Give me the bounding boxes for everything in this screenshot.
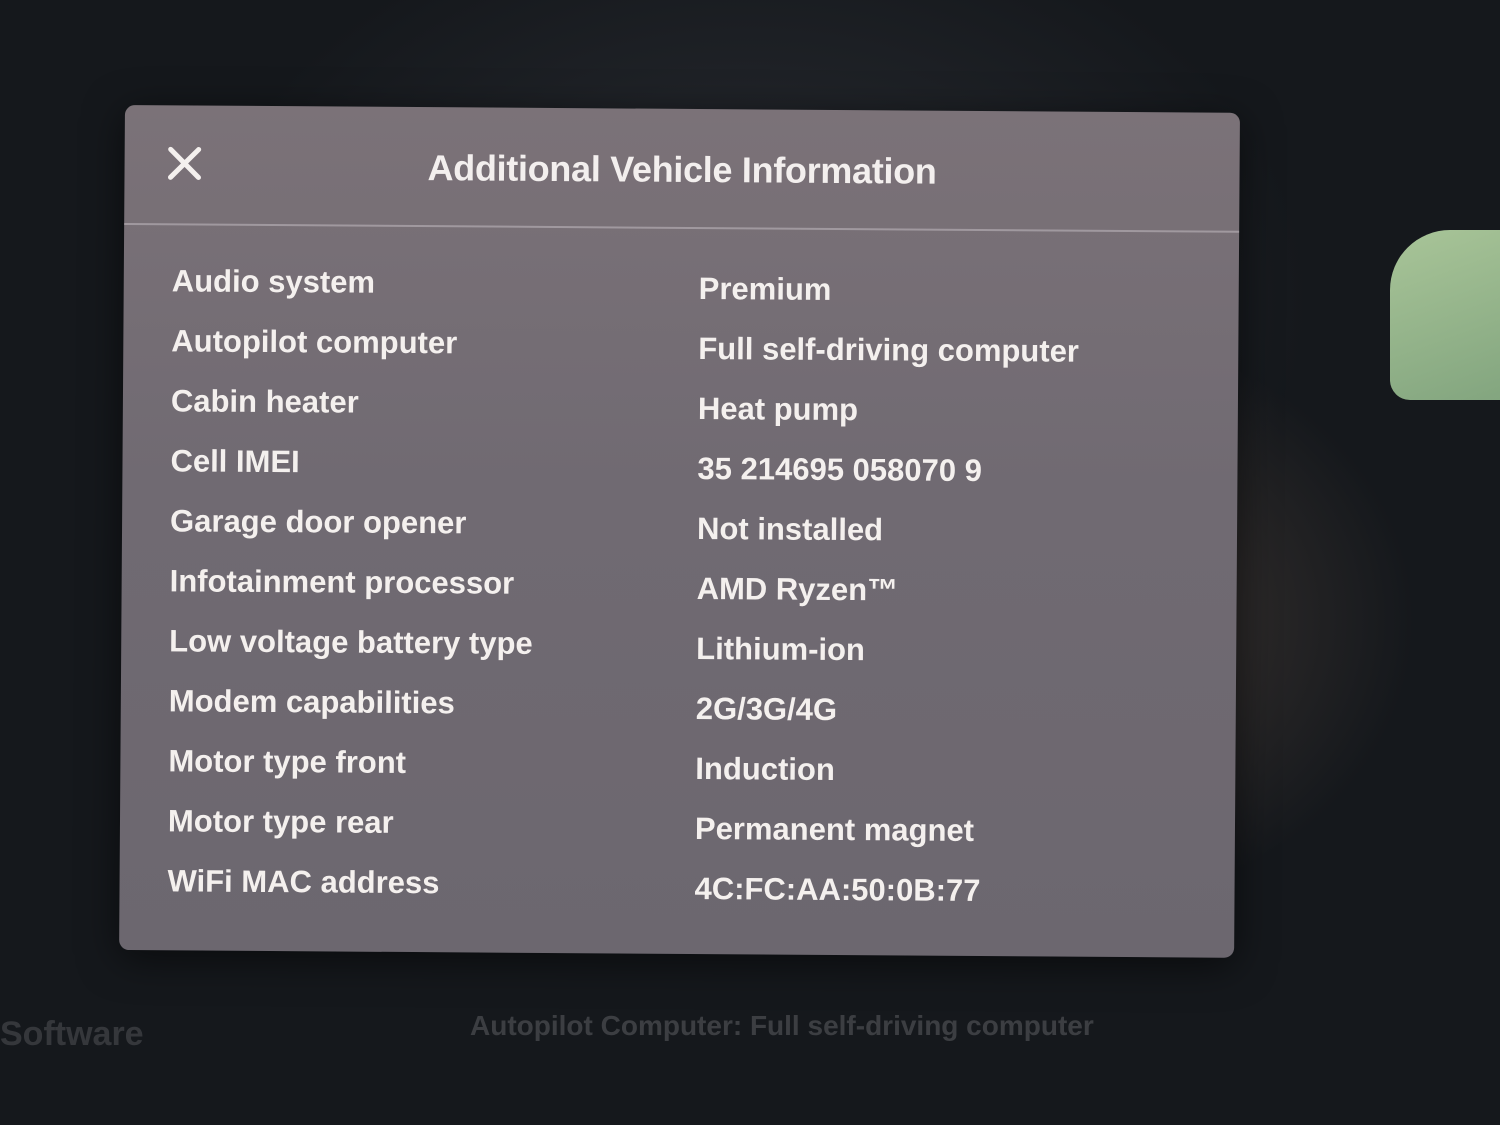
info-value: Not installed bbox=[696, 511, 884, 548]
info-label: Infotainment processor bbox=[169, 563, 515, 601]
info-label: Motor type front bbox=[168, 743, 407, 780]
info-value: Full self-driving computer bbox=[698, 331, 1080, 369]
info-value: Lithium-ion bbox=[696, 631, 866, 668]
sidebar-item-software[interactable]: Software bbox=[0, 1015, 144, 1054]
info-value: 4C:FC:AA:50:0B:77 bbox=[694, 870, 981, 908]
info-value: Permanent magnet bbox=[694, 810, 975, 848]
info-label: Modem capabilities bbox=[168, 683, 455, 721]
info-value: 35 214695 058070 9 bbox=[697, 451, 983, 488]
info-value: AMD Ryzen™ bbox=[696, 571, 899, 608]
info-row-motor-type-rear: Motor type rear Permanent magnet bbox=[168, 803, 1188, 870]
info-row-audio-system: Audio system Premium bbox=[171, 263, 1191, 330]
additional-vehicle-info-dialog: Additional Vehicle Information Audio sys… bbox=[119, 105, 1240, 958]
info-row-motor-type-front: Motor type front Induction bbox=[168, 743, 1188, 810]
info-label: Low voltage battery type bbox=[169, 623, 533, 661]
background-autopilot-info: Autopilot Computer: Full self-driving co… bbox=[470, 1010, 1094, 1041]
vehicle-info-list: Audio system Premium Autopilot computer … bbox=[167, 263, 1192, 930]
info-row-low-voltage-battery-type: Low voltage battery type Lithium-ion bbox=[169, 623, 1189, 690]
info-row-cell-imei: Cell IMEI 35 214695 058070 9 bbox=[170, 443, 1190, 510]
info-value: Induction bbox=[695, 750, 835, 787]
info-value: Premium bbox=[698, 271, 832, 307]
info-row-modem-capabilities: Modem capabilities 2G/3G/4G bbox=[169, 683, 1189, 750]
info-value: Heat pump bbox=[697, 391, 859, 428]
info-label: Garage door opener bbox=[169, 503, 467, 541]
info-label: WiFi MAC address bbox=[167, 863, 440, 901]
info-row-infotainment-processor: Infotainment processor AMD Ryzen™ bbox=[169, 563, 1189, 630]
info-row-wifi-mac-address: WiFi MAC address 4C:FC:AA:50:0B:77 bbox=[167, 863, 1187, 930]
info-label: Cabin heater bbox=[170, 383, 359, 420]
info-row-autopilot-computer: Autopilot computer Full self-driving com… bbox=[171, 323, 1191, 390]
window-reflection bbox=[1390, 230, 1500, 400]
background-sidebar: Software bbox=[0, 0, 144, 1125]
info-label: Audio system bbox=[171, 263, 376, 300]
info-label: Motor type rear bbox=[167, 803, 394, 840]
dialog-title: Additional Vehicle Information bbox=[427, 147, 937, 192]
info-label: Cell IMEI bbox=[170, 443, 300, 480]
vehicle-screen: Software Autopilot Computer: Full self-d… bbox=[0, 0, 1500, 1125]
info-label: Autopilot computer bbox=[171, 323, 458, 361]
info-row-garage-door-opener: Garage door opener Not installed bbox=[170, 503, 1190, 570]
info-row-cabin-heater: Cabin heater Heat pump bbox=[171, 383, 1191, 450]
dialog-header: Additional Vehicle Information bbox=[124, 105, 1240, 233]
info-value: 2G/3G/4G bbox=[695, 691, 838, 727]
